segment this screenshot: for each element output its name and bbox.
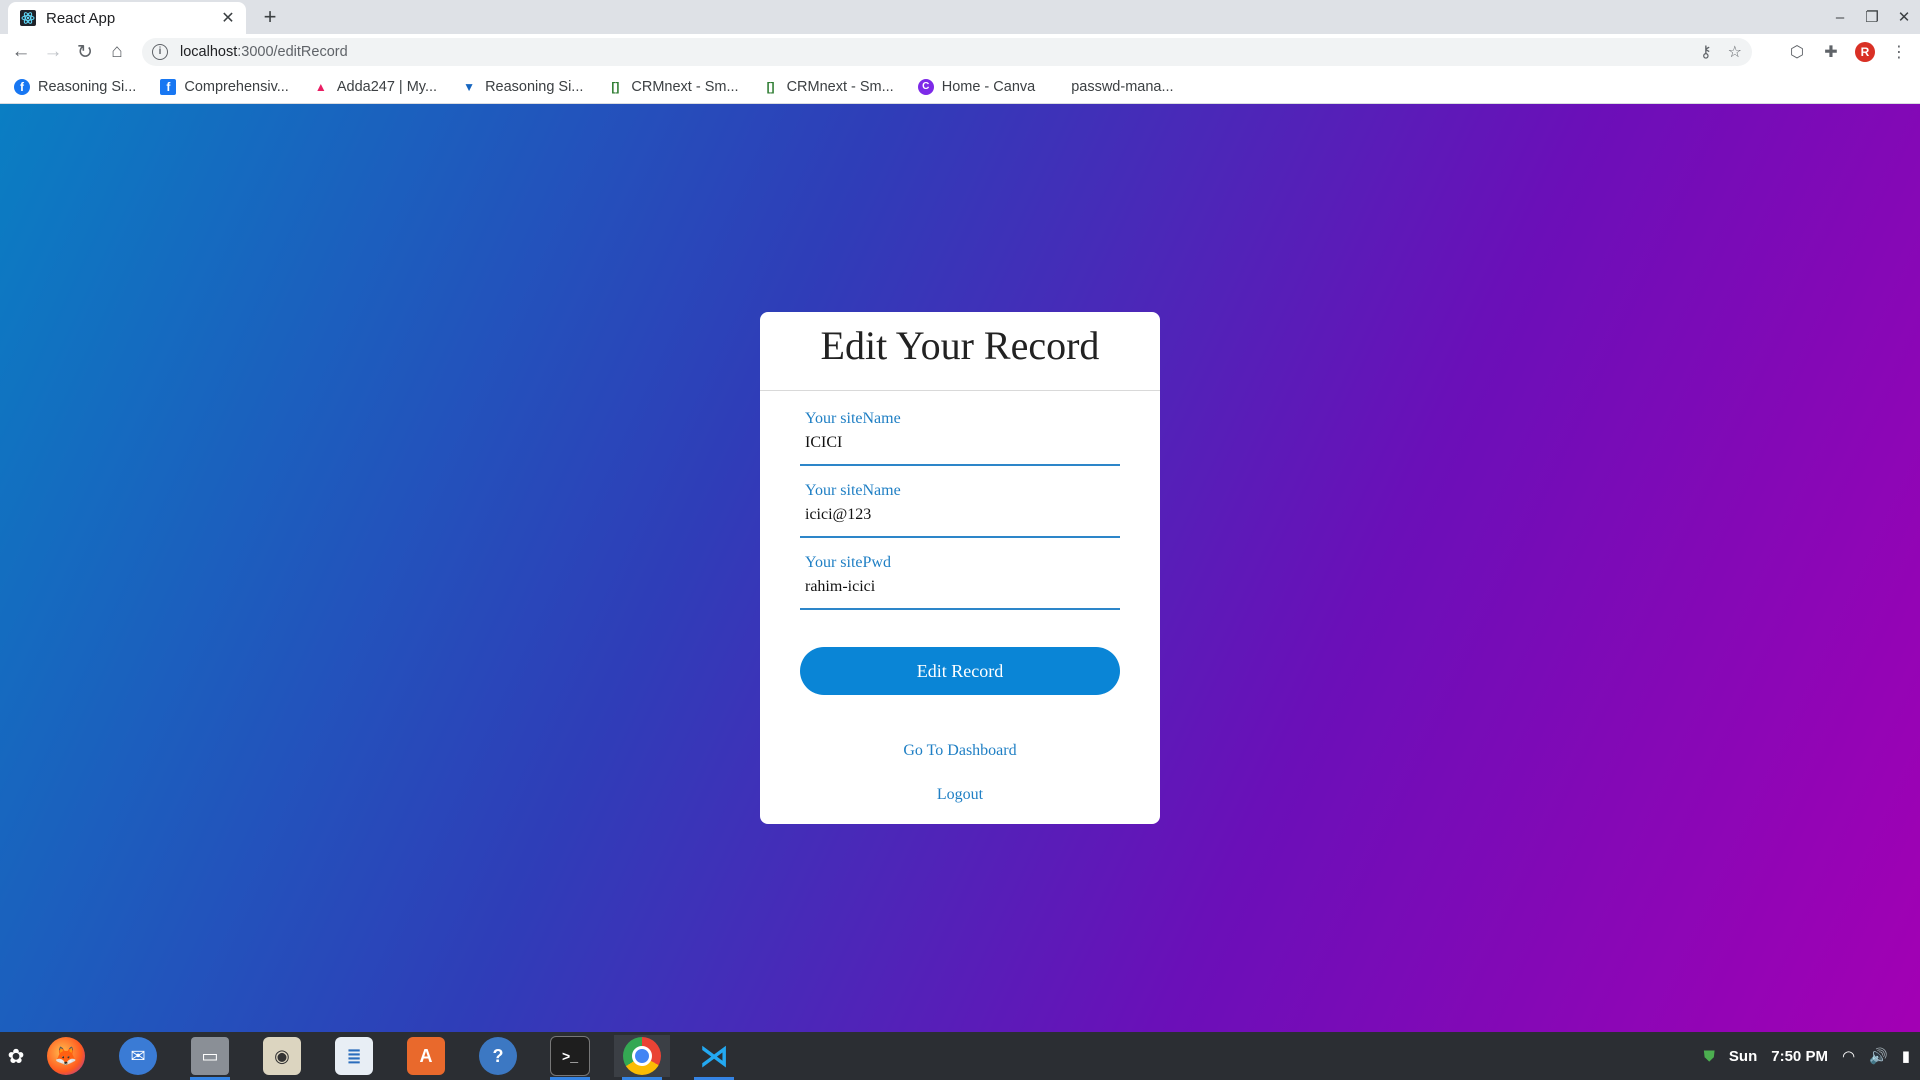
home-icon[interactable]: ⌂ <box>104 39 130 65</box>
url-text: localhost:3000/editRecord <box>180 44 348 60</box>
facebook-icon: f <box>14 78 30 95</box>
window-close-icon[interactable]: ✕ <box>1888 0 1920 34</box>
address-bar[interactable]: i localhost:3000/editRecord ⚷ ☆ <box>142 38 1752 66</box>
window-controls: – ❐ ✕ <box>1824 0 1920 34</box>
rhythmbox-icon[interactable]: ◉ <box>254 1035 310 1077</box>
minimize-icon[interactable]: – <box>1824 0 1856 34</box>
bookmark-item[interactable]: ▼ Reasoning Si... <box>461 79 583 95</box>
browser-toolbar: ← → ↻ ⌂ i localhost:3000/editRecord ⚷ ☆ … <box>0 34 1920 70</box>
chrome-icon[interactable] <box>614 1035 670 1080</box>
reload-icon[interactable]: ↻ <box>72 39 98 65</box>
restore-icon[interactable]: ❐ <box>1856 0 1888 34</box>
back-icon[interactable]: ← <box>8 39 34 65</box>
crmnext-icon: [] <box>766 79 775 94</box>
extension-shield-icon[interactable]: ⬡ <box>1784 39 1810 65</box>
bookmark-item[interactable]: passwd-mana... <box>1071 79 1173 95</box>
wifi-icon[interactable]: ◠ <box>1842 1047 1855 1065</box>
clock-time[interactable]: 7:50 PM <box>1771 1048 1828 1065</box>
bookmark-item[interactable]: [] CRMnext - Sm... <box>607 79 738 95</box>
bookmark-label: Reasoning Si... <box>38 78 137 95</box>
shield-icon[interactable]: ⛊ <box>1704 1048 1715 1065</box>
tab-title: React App <box>46 9 116 27</box>
star-icon[interactable]: ☆ <box>1728 42 1742 62</box>
bookmark-label: Reasoning Si... <box>485 78 584 95</box>
field-label: Your siteName <box>805 482 901 499</box>
logout-link[interactable]: Logout <box>760 786 1160 804</box>
facebook-icon: f <box>160 78 177 95</box>
sitename-input[interactable] <box>805 434 1105 452</box>
extensions-puzzle-icon[interactable]: ✚ <box>1818 39 1844 65</box>
avatar: R <box>1855 42 1875 62</box>
bookmark-item[interactable]: C Home - Canva <box>917 78 1036 95</box>
bookmark-label: Home - Canva <box>941 78 1036 95</box>
info-icon[interactable]: i <box>152 44 168 60</box>
sitename-field[interactable]: Your siteName <box>800 406 1120 466</box>
url-path: :3000/editRecord <box>237 44 348 60</box>
canva-icon: C <box>917 78 934 95</box>
terminal-icon[interactable]: >_ <box>542 1035 598 1080</box>
help-icon[interactable]: ? <box>470 1035 526 1077</box>
bookmark-item[interactable]: f Comprehensiv... <box>160 78 289 95</box>
omnibox-actions: ⚷ ☆ <box>1700 38 1742 66</box>
bookmark-item[interactable]: [] CRMnext - Sm... <box>763 79 894 95</box>
clock-day[interactable]: Sun <box>1729 1048 1757 1065</box>
site-username-field[interactable]: Your siteName <box>800 478 1120 538</box>
site-username-input[interactable] <box>805 506 1105 524</box>
software-center-icon[interactable]: A <box>398 1035 454 1077</box>
field-label: Your sitePwd <box>805 554 891 571</box>
bookmark-item[interactable]: f Reasoning Si... <box>14 78 137 95</box>
sitepwd-input[interactable] <box>805 578 1105 596</box>
go-to-dashboard-link[interactable]: Go To Dashboard <box>760 742 1160 760</box>
edit-record-button[interactable]: Edit Record <box>800 647 1120 695</box>
forward-icon[interactable]: → <box>40 39 66 65</box>
files-icon[interactable]: ▭ <box>182 1035 238 1080</box>
battery-icon[interactable]: ▮ <box>1902 1047 1910 1065</box>
bookmark-label: CRMnext - Sm... <box>631 78 739 95</box>
profile-avatar[interactable]: R <box>1852 39 1878 65</box>
tab-react-app[interactable]: React App ✕ <box>8 2 246 34</box>
new-tab-icon[interactable]: + <box>258 4 282 29</box>
bookmark-label: passwd-mana... <box>1071 78 1174 95</box>
menu-kebab-icon[interactable]: ⋮ <box>1886 39 1912 65</box>
vscode-icon[interactable]: ⋊ <box>686 1035 742 1080</box>
bookmark-label: Comprehensiv... <box>184 78 289 95</box>
bookmark-item[interactable]: ▲ Adda247 | My... <box>313 79 437 95</box>
firefox-icon[interactable]: 🦊 <box>38 1035 94 1077</box>
tab-strip: React App ✕ + – ❐ ✕ <box>0 0 1920 34</box>
toolbar-right: ⬡ ✚ R ⋮ <box>1784 39 1912 65</box>
taskbar: ✿ 🦊 ✉ ▭ ◉ ≣ A ? >_ ⋊ ⛊ Sun 7:50 PM ◠ 🔊 ▮ <box>0 1032 1920 1080</box>
crmnext-icon: [] <box>611 79 620 94</box>
adda-icon: ▲ <box>314 79 327 94</box>
close-icon[interactable]: ✕ <box>218 8 238 28</box>
url-host: localhost <box>180 44 238 60</box>
bookmarks-bar: f Reasoning Si... f Comprehensiv... ▲ Adda2… <box>0 70 1920 104</box>
bookmark-label: CRMnext - Sm... <box>786 78 894 95</box>
launcher-icon[interactable]: ✿ <box>0 1035 32 1077</box>
writer-icon[interactable]: ≣ <box>326 1035 382 1077</box>
page-background: Edit Your Record Your siteName Your site… <box>0 104 1920 1032</box>
bookmark-label: Adda247 | My... <box>336 78 438 95</box>
react-icon <box>20 10 36 26</box>
thunderbird-icon[interactable]: ✉ <box>110 1035 166 1077</box>
page-title: Edit Your Record <box>760 312 1160 391</box>
edit-record-card: Edit Your Record Your siteName Your site… <box>760 312 1160 824</box>
field-label: Your siteName <box>805 410 901 427</box>
bookmark-icon: ▼ <box>463 79 475 94</box>
key-icon[interactable]: ⚷ <box>1700 42 1712 62</box>
volume-icon[interactable]: 🔊 <box>1869 1047 1888 1065</box>
sitepwd-field[interactable]: Your sitePwd <box>800 550 1120 610</box>
system-tray: ⛊ Sun 7:50 PM ◠ 🔊 ▮ <box>1704 1032 1910 1080</box>
